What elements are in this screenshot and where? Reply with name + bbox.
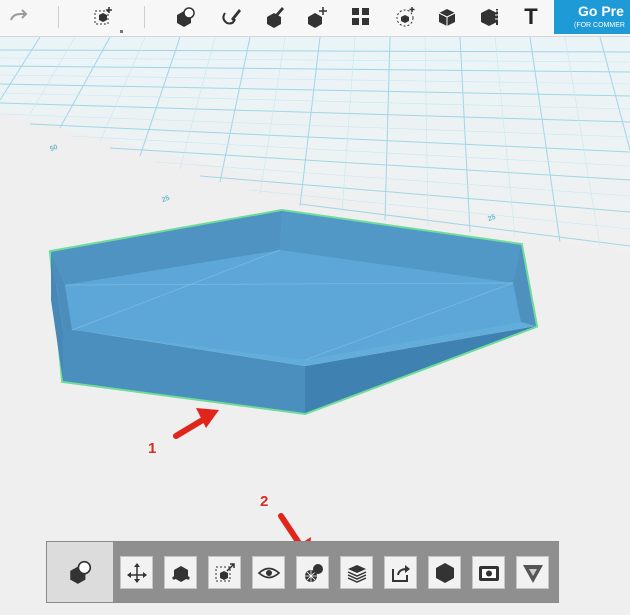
material-icon <box>304 563 323 582</box>
hexagon-tray-model[interactable] <box>48 208 539 416</box>
construct-button[interactable] <box>258 2 292 32</box>
3d-viewport[interactable]: 50 25 25 1 2 <box>0 37 630 615</box>
primitives-icon <box>177 7 195 27</box>
scale-button[interactable] <box>208 556 241 589</box>
sketch-icon <box>222 9 241 25</box>
hide-button[interactable] <box>252 556 285 589</box>
text-icon: T <box>524 4 538 29</box>
go-premium-button[interactable]: Go Pre (FOR COMMER <box>554 0 630 34</box>
annotation-label-1: 1 <box>148 440 157 457</box>
bottom-toolbar <box>46 541 559 603</box>
text-tool-button[interactable]: T <box>514 2 548 32</box>
toolbar-divider <box>144 6 145 28</box>
shape-icon <box>70 560 92 584</box>
primitives-button[interactable] <box>168 2 202 32</box>
dropdown-caret-icon <box>120 30 123 33</box>
smart-scale-button[interactable] <box>164 556 197 589</box>
combine-button[interactable] <box>430 2 464 32</box>
modify-icon <box>308 7 327 28</box>
slice-icon <box>347 564 366 583</box>
move-button[interactable] <box>120 556 153 589</box>
transform-button[interactable] <box>86 2 120 32</box>
redo-icon <box>10 9 28 21</box>
snapshot-icon <box>478 565 499 581</box>
solid-icon <box>435 562 454 583</box>
grouping-icon <box>396 7 415 27</box>
go-premium-label: Go Pre <box>578 3 624 19</box>
modify-button[interactable] <box>300 2 334 32</box>
scale-icon <box>215 562 235 581</box>
print-icon <box>522 564 543 583</box>
scene-canvas <box>0 37 630 559</box>
print-button[interactable] <box>516 556 549 589</box>
annotation-arrow-1 <box>173 408 219 439</box>
snapshot-button[interactable] <box>472 556 505 589</box>
eye-icon <box>257 567 280 578</box>
smart-scale-icon <box>171 565 190 582</box>
solid-button[interactable] <box>428 556 461 589</box>
move-icon <box>126 562 147 583</box>
pattern-button[interactable] <box>344 2 378 32</box>
construct-icon <box>267 7 284 28</box>
toolbar-divider <box>58 6 59 28</box>
combine-icon <box>438 9 456 26</box>
grouping-button[interactable] <box>388 2 422 32</box>
sketch-button[interactable] <box>214 2 248 32</box>
slice-button[interactable] <box>340 556 373 589</box>
go-premium-sublabel: (FOR COMMER <box>574 22 625 29</box>
measure-icon <box>481 9 499 26</box>
export-icon <box>391 564 410 582</box>
shape-button[interactable] <box>47 542 113 602</box>
measure-button[interactable] <box>472 2 506 32</box>
annotation-label-2: 2 <box>260 493 269 510</box>
export-button[interactable] <box>384 556 417 589</box>
redo-button[interactable] <box>2 2 36 32</box>
top-toolbar: T Go Pre (FOR COMMER <box>0 0 630 37</box>
material-button[interactable] <box>296 556 329 589</box>
pattern-icon <box>352 8 369 25</box>
bottom-tool-strip <box>113 542 558 602</box>
transform-icon <box>94 7 112 25</box>
